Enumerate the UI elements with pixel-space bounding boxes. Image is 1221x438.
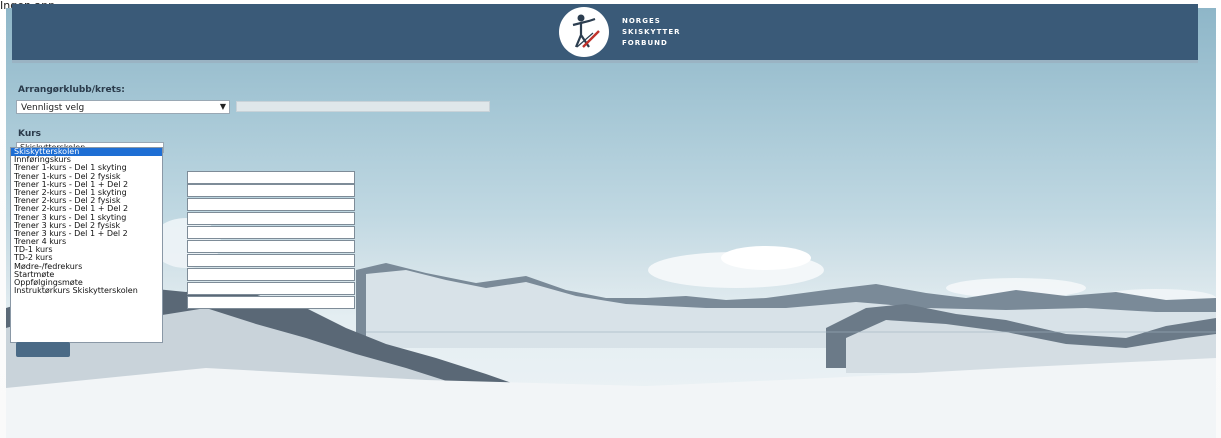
form-text-field[interactable] bbox=[187, 184, 355, 197]
submit-button[interactable] bbox=[16, 342, 70, 357]
site-header: NORGES SKISKYTTER FORBUND bbox=[12, 4, 1198, 63]
form-text-field[interactable] bbox=[187, 226, 355, 239]
logo-line-1: NORGES bbox=[622, 17, 661, 25]
form-text-field[interactable] bbox=[187, 296, 355, 309]
organizer-name-display-field bbox=[236, 101, 490, 112]
course-label: Kurs bbox=[18, 129, 42, 139]
organizer-label: Arrangørklubb/krets: bbox=[18, 85, 125, 95]
logo-line-2: SKISKYTTER bbox=[622, 28, 681, 36]
federation-logo-text: NORGES SKISKYTTER FORBUND bbox=[622, 16, 681, 49]
form-text-field[interactable] bbox=[187, 282, 355, 295]
form-text-field[interactable] bbox=[187, 268, 355, 281]
course-option[interactable]: Instruktørkurs Skiskytterskolen bbox=[11, 286, 162, 295]
organizer-select[interactable]: Vennligst velg ▼ bbox=[16, 100, 230, 114]
form-text-field[interactable] bbox=[187, 212, 355, 225]
form-text-field[interactable] bbox=[187, 254, 355, 267]
course-dropdown-list[interactable]: Skiskytterskolen Innføringskurs Trener 1… bbox=[10, 147, 163, 343]
form-text-field[interactable] bbox=[187, 198, 355, 211]
biathlon-logo-icon[interactable] bbox=[559, 7, 609, 57]
form-text-field[interactable] bbox=[187, 240, 355, 253]
skier-shooter-icon bbox=[572, 14, 600, 48]
organizer-select-value: Vennligst velg bbox=[21, 103, 85, 113]
app-frame: Ingen app bbox=[0, 0, 1221, 438]
logo-line-3: FORBUND bbox=[622, 39, 668, 47]
form-text-field[interactable] bbox=[187, 171, 355, 184]
triangle-down-icon: ▼ bbox=[219, 102, 226, 111]
